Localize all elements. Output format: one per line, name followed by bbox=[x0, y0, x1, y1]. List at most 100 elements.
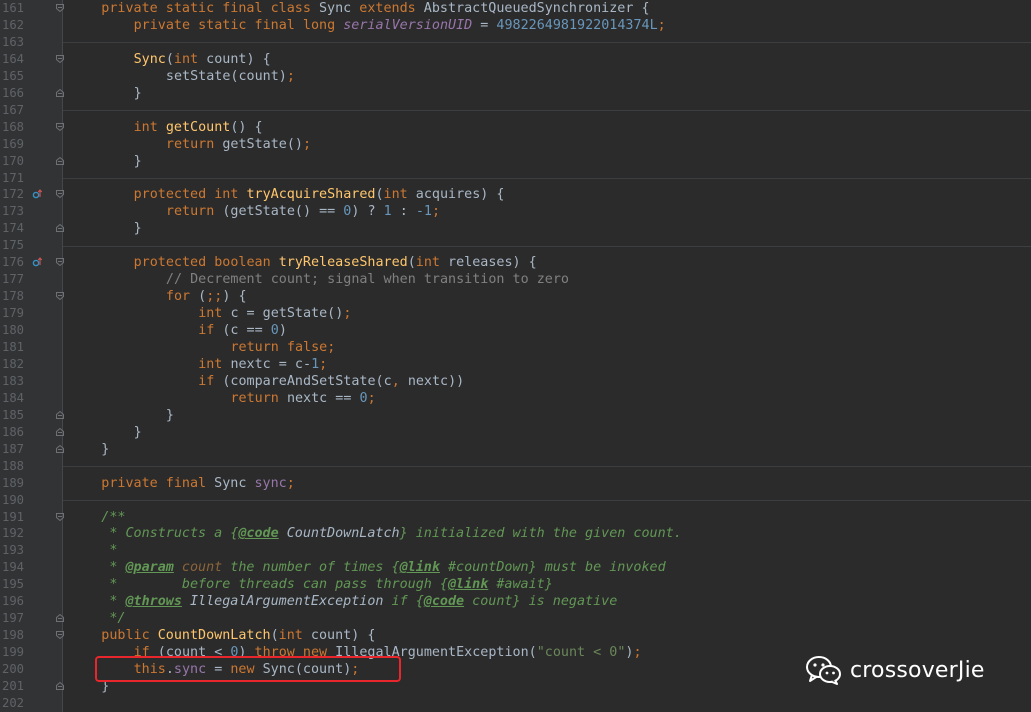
code-line[interactable]: 196 * @throws IllegalArgumentException i… bbox=[0, 593, 1031, 610]
code-editor[interactable]: 161 private static final class Sync exten… bbox=[0, 0, 1031, 712]
code-token: ( bbox=[198, 289, 207, 305]
method-separator bbox=[63, 500, 1031, 502]
code-line[interactable]: 194 * @param count the number of times {… bbox=[0, 559, 1031, 576]
code-token: ) bbox=[278, 323, 287, 339]
code-token: ; bbox=[302, 136, 312, 152]
code-line[interactable]: 166} bbox=[0, 85, 1031, 102]
fold-open-icon[interactable] bbox=[56, 512, 64, 521]
code-line[interactable]: 202 bbox=[0, 695, 1031, 712]
code-text: } bbox=[134, 220, 142, 237]
fold-close-icon[interactable] bbox=[56, 224, 64, 233]
code-token: CountDownLatch bbox=[278, 526, 400, 542]
code-line[interactable]: 193 * bbox=[0, 542, 1031, 559]
code-line[interactable]: 179 int c = getState(); bbox=[0, 305, 1031, 322]
fold-close-icon[interactable] bbox=[56, 614, 64, 623]
fold-open-icon[interactable] bbox=[56, 4, 64, 12]
code-token: ;; bbox=[206, 289, 223, 305]
code-token: * Constructs a { bbox=[101, 526, 239, 542]
line-number: 168 bbox=[2, 119, 25, 134]
code-token: @param bbox=[125, 560, 174, 576]
code-line[interactable]: 161 private static final class Sync exten… bbox=[0, 0, 1031, 17]
code-line[interactable]: 177 // Decrement count; signal when trans… bbox=[0, 271, 1031, 288]
override-marker-icon[interactable] bbox=[32, 257, 42, 267]
code-line[interactable]: 172 protected int tryAcquireShared(int ac… bbox=[0, 186, 1031, 203]
line-number: 176 bbox=[2, 255, 25, 270]
code-token: -1 bbox=[415, 204, 432, 220]
code-text: if (c == 0) bbox=[198, 322, 287, 339]
fold-open-icon[interactable] bbox=[56, 190, 64, 199]
code-line[interactable]: 182 int nextc = c-1; bbox=[0, 356, 1031, 373]
code-line[interactable]: 164 Sync(int count) { bbox=[0, 51, 1031, 68]
code-line[interactable]: 180 if (c == 0) bbox=[0, 322, 1031, 339]
code-token: = bbox=[472, 17, 497, 33]
code-line[interactable]: 173 return (getState() == 0) ? 1 : -1; bbox=[0, 203, 1031, 220]
code-text: * bbox=[101, 542, 117, 559]
override-marker-icon[interactable] bbox=[32, 189, 42, 199]
code-token: , bbox=[391, 373, 408, 389]
code-line[interactable]: 168 int getCount() { bbox=[0, 119, 1031, 136]
code-line[interactable]: 195 * before threads can pass through {@… bbox=[0, 576, 1031, 593]
code-token: return bbox=[165, 136, 223, 152]
code-line[interactable]: 170} bbox=[0, 153, 1031, 170]
code-line[interactable]: 191 /** bbox=[0, 509, 1031, 526]
code-line[interactable]: 198 public CountDownLatch(int count) { bbox=[0, 627, 1031, 644]
code-line[interactable]: 187} bbox=[0, 441, 1031, 458]
code-line[interactable]: 178 for (;;) { bbox=[0, 288, 1031, 305]
fold-close-icon[interactable] bbox=[56, 410, 64, 419]
code-text: } bbox=[134, 85, 142, 102]
line-number: 195 bbox=[2, 577, 25, 592]
fold-open-icon[interactable] bbox=[56, 631, 64, 640]
code-token: } bbox=[101, 441, 110, 457]
code-line[interactable]: 181 return false; bbox=[0, 339, 1031, 356]
line-number: 184 bbox=[2, 390, 25, 405]
code-line[interactable]: 197 */ bbox=[0, 610, 1031, 627]
code-line[interactable]: 184 return nextc == 0; bbox=[0, 390, 1031, 407]
code-token: ) { bbox=[222, 289, 247, 305]
code-line[interactable]: 183 if (compareAndSetState(c, nextc)) bbox=[0, 373, 1031, 390]
code-text: * @throws IllegalArgumentException if {@… bbox=[101, 593, 617, 610]
fold-open-icon[interactable] bbox=[56, 54, 64, 63]
fold-close-icon[interactable] bbox=[56, 156, 64, 165]
code-token: private final bbox=[101, 475, 215, 491]
fold-close-icon[interactable] bbox=[56, 88, 64, 97]
code-text: if (compareAndSetState(c, nextc)) bbox=[198, 373, 464, 390]
code-line[interactable]: 186} bbox=[0, 424, 1031, 441]
code-token: ) ? bbox=[351, 204, 384, 220]
code-token: ; bbox=[286, 68, 295, 84]
code-token: @code bbox=[423, 594, 465, 610]
fold-open-icon[interactable] bbox=[56, 292, 64, 301]
code-token: int bbox=[173, 51, 207, 67]
code-token: ( bbox=[165, 51, 174, 67]
code-token: int bbox=[415, 255, 449, 271]
code-line[interactable]: 189 private final Sync sync; bbox=[0, 475, 1031, 492]
code-token: } initialized with the given count. bbox=[399, 526, 682, 542]
code-line[interactable]: 185} bbox=[0, 407, 1031, 424]
code-token: @link bbox=[447, 577, 489, 593]
code-token: sync bbox=[254, 475, 287, 491]
method-separator bbox=[63, 110, 1031, 112]
code-line[interactable]: 192 * Constructs a {@code CountDownLatch… bbox=[0, 525, 1031, 542]
method-separator bbox=[63, 245, 1031, 247]
code-token: ( bbox=[270, 628, 279, 644]
line-number: 197 bbox=[2, 611, 25, 626]
fold-close-icon[interactable] bbox=[56, 444, 64, 453]
fold-open-icon[interactable] bbox=[56, 258, 64, 267]
line-number: 183 bbox=[2, 373, 25, 388]
code-line[interactable]: 162 private static final long serialVersi… bbox=[0, 17, 1031, 34]
code-line[interactable]: 169 return getState(); bbox=[0, 136, 1031, 153]
code-line[interactable]: 176 protected boolean tryReleaseShared(in… bbox=[0, 254, 1031, 271]
code-line[interactable]: 165 setState(count); bbox=[0, 68, 1031, 85]
code-line[interactable]: 174} bbox=[0, 220, 1031, 237]
code-text: } bbox=[166, 407, 174, 424]
fold-open-icon[interactable] bbox=[56, 122, 64, 131]
line-number: 200 bbox=[2, 662, 25, 677]
code-token: #countDown} must be invoked bbox=[439, 560, 666, 576]
code-text: return (getState() == 0) ? 1 : -1; bbox=[166, 203, 440, 220]
code-token: int bbox=[198, 356, 231, 372]
line-number: 171 bbox=[2, 170, 25, 185]
code-token: return bbox=[165, 204, 223, 220]
fold-close-icon[interactable] bbox=[56, 427, 64, 436]
method-separator bbox=[63, 177, 1031, 179]
line-number: 169 bbox=[2, 136, 25, 151]
fold-close-icon[interactable] bbox=[56, 682, 64, 690]
